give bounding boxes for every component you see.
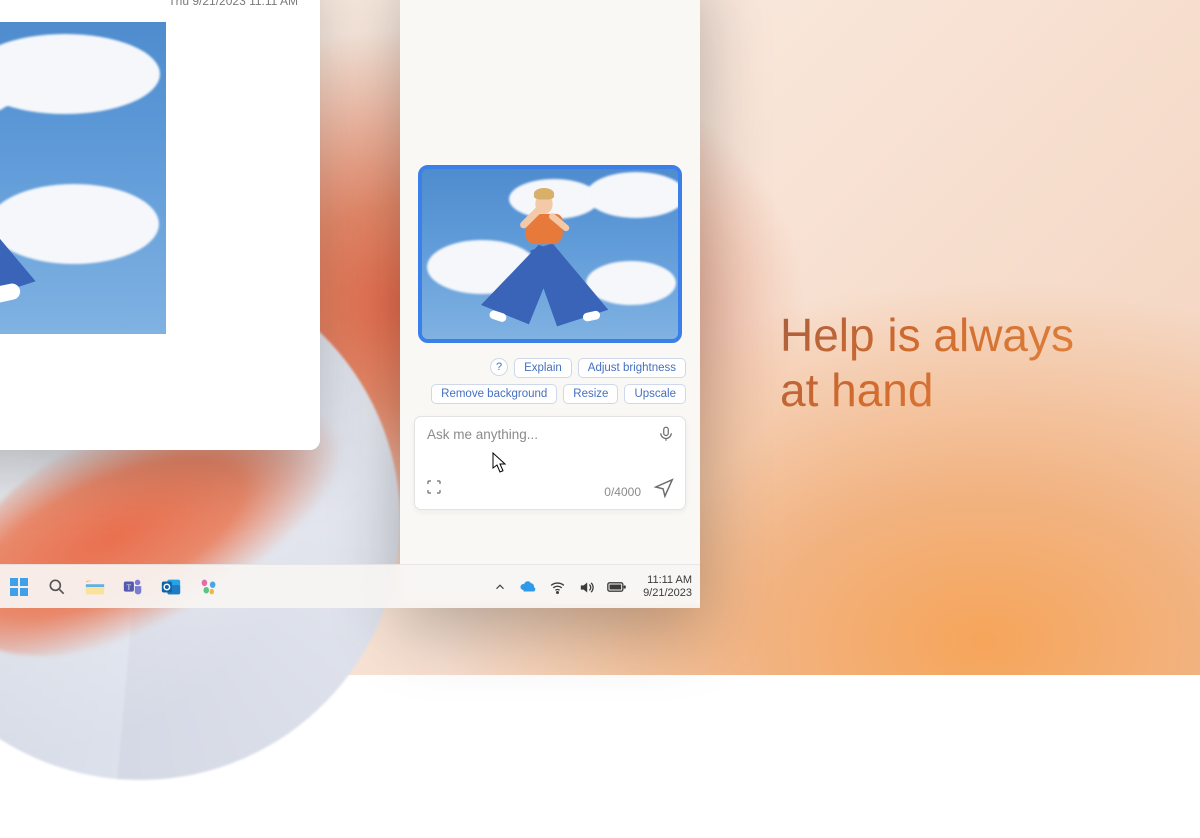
- taskbar-clock[interactable]: 11:11 AM 9/21/2023: [643, 574, 692, 600]
- image-scan-icon[interactable]: [425, 478, 443, 501]
- suggestion-upscale[interactable]: Upscale: [624, 384, 686, 404]
- outlook-icon[interactable]: [154, 570, 188, 604]
- email-window: ••• Thu 9/21/2023 11:11 AM you were visi…: [0, 0, 320, 450]
- tray-chevron-icon[interactable]: [493, 580, 507, 594]
- suggestion-remove-background[interactable]: Remove background: [431, 384, 557, 404]
- help-icon[interactable]: ?: [490, 358, 508, 376]
- volume-icon[interactable]: [578, 579, 595, 596]
- onedrive-icon[interactable]: [519, 578, 537, 596]
- microphone-icon[interactable]: [657, 425, 675, 448]
- suggestion-resize[interactable]: Resize: [563, 384, 618, 404]
- email-timestamp: Thu 9/21/2023 11:11 AM: [168, 0, 298, 8]
- marketing-headline: Help is always at hand: [780, 308, 1074, 418]
- send-icon[interactable]: [653, 476, 675, 503]
- headline-line1: Help is always: [780, 309, 1074, 361]
- headline-line2: at hand: [780, 364, 933, 416]
- search-icon[interactable]: [40, 570, 74, 604]
- battery-icon[interactable]: [607, 580, 627, 594]
- clock-date: 9/21/2023: [643, 587, 692, 600]
- clock-time: 11:11 AM: [643, 574, 692, 587]
- copilot-suggestion-row: ? Explain Adjust brightness Remove backg…: [400, 358, 686, 404]
- taskbar: T 11:11 AM 9/21/2023: [0, 564, 700, 608]
- copilot-selected-image[interactable]: [418, 165, 682, 343]
- suggestion-explain[interactable]: Explain: [514, 358, 572, 378]
- wifi-icon[interactable]: [549, 579, 566, 596]
- email-attached-image[interactable]: [0, 22, 166, 334]
- svg-text:T: T: [127, 582, 132, 591]
- file-explorer-icon[interactable]: [78, 570, 112, 604]
- copilot-input-box[interactable]: Ask me anything... 0/4000: [414, 416, 686, 510]
- start-icon[interactable]: [2, 570, 36, 604]
- copilot-input-placeholder: Ask me anything...: [427, 427, 538, 442]
- teams-icon[interactable]: T: [116, 570, 150, 604]
- email-body-text: you were visiting in LA.: [0, 350, 300, 365]
- char-counter: 0/4000: [604, 485, 641, 499]
- copilot-panel: ? Explain Adjust brightness Remove backg…: [400, 0, 700, 604]
- suggestion-adjust-brightness[interactable]: Adjust brightness: [578, 358, 686, 378]
- copilot-icon[interactable]: [192, 570, 226, 604]
